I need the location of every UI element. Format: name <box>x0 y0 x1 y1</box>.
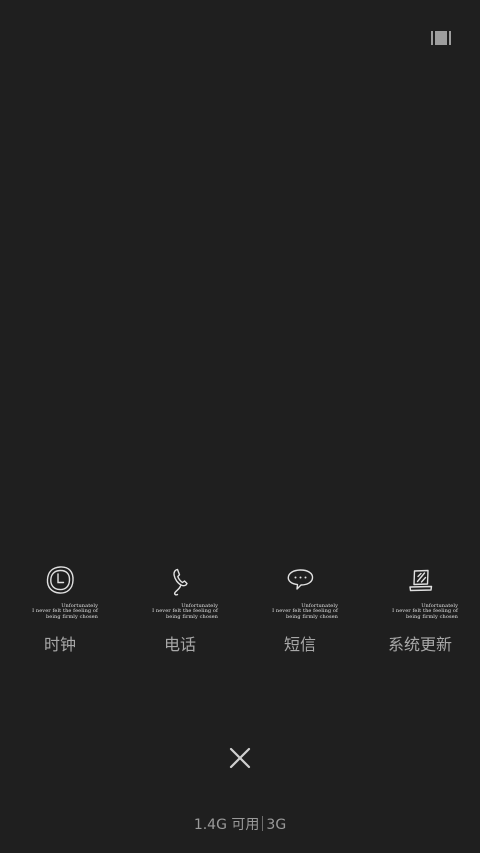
app-label: 系统更新 <box>387 635 452 654</box>
message-icon <box>282 562 318 598</box>
memory-available-text: 1.4G 可用 <box>193 817 260 833</box>
app-phone[interactable]: Unfortunately I never felt the feeling o… <box>120 560 240 670</box>
app-caption: Unfortunately I never felt the feeling o… <box>32 603 98 620</box>
app-label: 时钟 <box>43 635 76 654</box>
clock-icon <box>42 562 78 598</box>
phone-icon <box>162 562 198 598</box>
network-type-text: 3G <box>266 817 287 833</box>
app-system-update[interactable]: Unfortunately I never felt the feeling o… <box>360 560 480 670</box>
memory-status: 1.4G 可用 3G <box>0 815 480 835</box>
app-caption: Unfortunately I never felt the feeling o… <box>392 603 458 620</box>
app-caption: Unfortunately I never felt the feeling o… <box>152 603 218 620</box>
system-update-icon <box>402 562 438 598</box>
close-icon <box>229 747 251 769</box>
app-messages[interactable]: Unfortunately I never felt the feeling o… <box>240 560 360 670</box>
status-divider <box>262 816 264 831</box>
app-label: 电话 <box>163 635 196 654</box>
close-button[interactable] <box>222 740 258 776</box>
panel-switch-icon[interactable] <box>431 30 451 46</box>
app-label: 短信 <box>283 635 316 654</box>
recent-apps-row: Unfortunately I never felt the feeling o… <box>0 560 480 670</box>
app-caption: Unfortunately I never felt the feeling o… <box>272 603 338 620</box>
app-clock[interactable]: Unfortunately I never felt the feeling o… <box>0 560 120 670</box>
